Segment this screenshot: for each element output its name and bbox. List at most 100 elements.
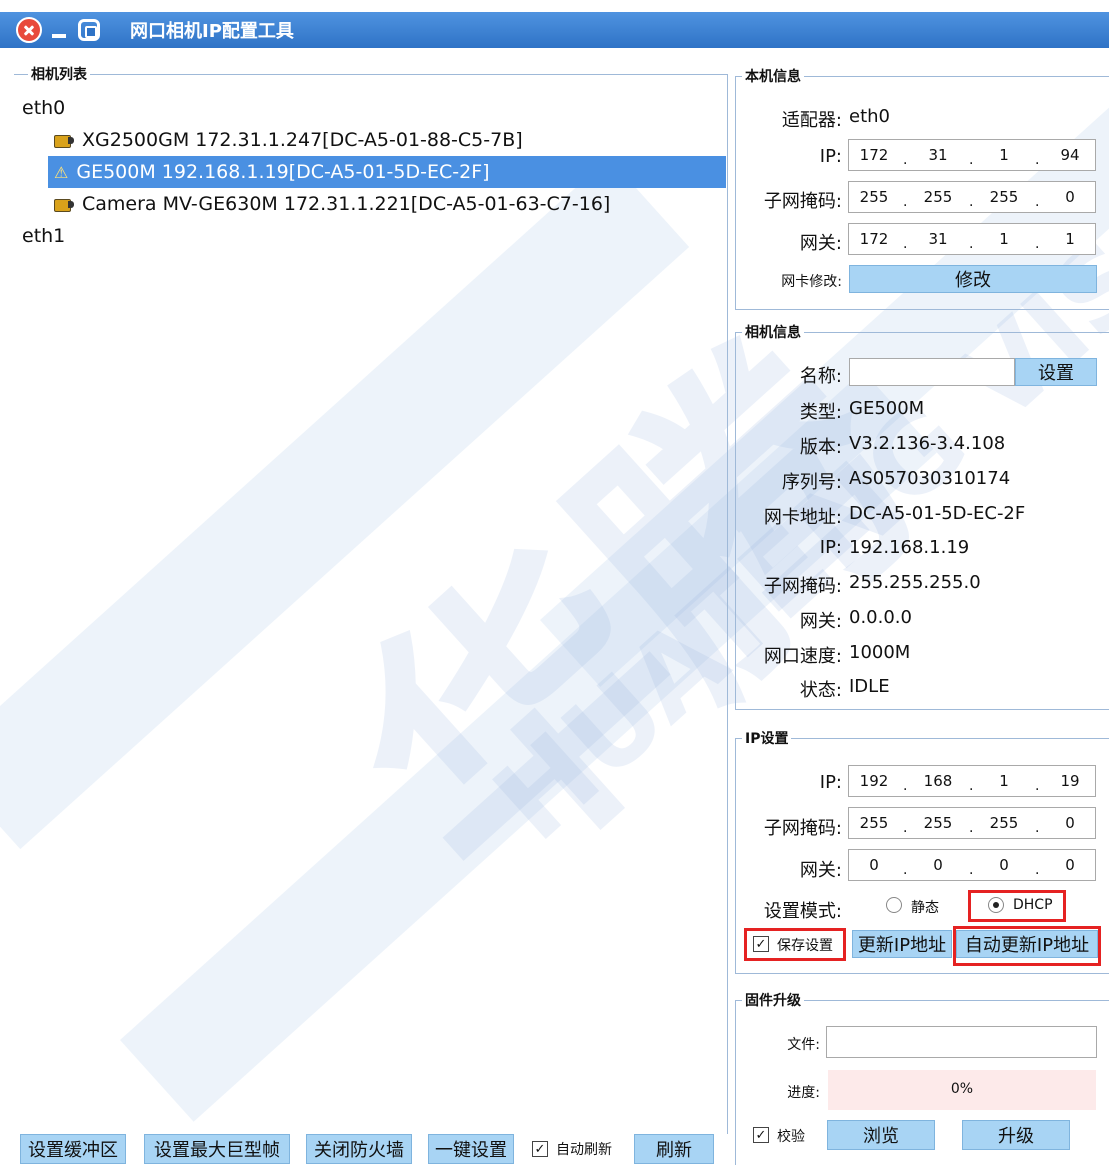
local-mask-label: 子网掩码: (763, 191, 842, 212)
mask-octet: 255 (989, 188, 1019, 206)
camera-speed-value: 1000M (849, 642, 911, 663)
mask-octet: 255 (859, 188, 889, 206)
camera-speed-label: 网口速度: (763, 646, 842, 667)
camera-icon (54, 133, 74, 148)
ip-octet: 1 (999, 146, 1009, 164)
camera-mac-value: DC-A5-01-5D-EC-2F (849, 503, 1026, 524)
title-bar: 网口相机IP配置工具 (0, 12, 1109, 48)
ip-octet: 31 (928, 146, 948, 164)
firmware-title: 固件升级 (742, 990, 804, 1010)
static-radio[interactable] (886, 897, 902, 913)
ip-octet: 168 (923, 772, 953, 790)
camera-icon (54, 197, 74, 212)
camera-tree: eth0 XG2500GM 172.31.1.247[DC-A5-01-88-C… (22, 92, 726, 252)
bottom-toolbar: 设置缓冲区 设置最大巨型帧 关闭防火墙 一键设置 ✓ 自动刷新 刷新 (20, 1134, 714, 1164)
camera-gateway-label: 网关: (799, 611, 842, 632)
camera-item-ge500m[interactable]: ⚠ GE500M 192.168.1.19[DC-A5-01-5D-EC-2F] (48, 156, 726, 188)
set-ip-label: IP: (819, 772, 842, 793)
camera-serial-label: 序列号: (781, 472, 842, 493)
set-gateway-label: 网关: (799, 860, 842, 881)
adapter-value: eth0 (849, 106, 890, 127)
camera-mask-label: 子网掩码: (763, 576, 842, 597)
camera-item-label: Camera MV-GE630M 172.31.1.221[DC-A5-01-6… (82, 193, 611, 215)
progress-label: 进度: (787, 1085, 820, 1101)
verify-label: 校验 (777, 1129, 805, 1145)
refresh-button[interactable]: 刷新 (634, 1134, 714, 1164)
upgrade-button[interactable]: 升级 (962, 1120, 1070, 1150)
one-key-setup-button[interactable]: 一键设置 (428, 1134, 514, 1164)
static-label: 静态 (911, 900, 939, 916)
camera-item-mv-ge630m[interactable]: Camera MV-GE630M 172.31.1.221[DC-A5-01-6… (48, 188, 726, 220)
set-name-button[interactable]: 设置 (1015, 358, 1097, 386)
adapter-eth0[interactable]: eth0 (22, 92, 726, 124)
local-gateway-label: 网关: (799, 233, 842, 254)
mask-octet: 0 (1065, 188, 1075, 206)
ip-octet: 94 (1060, 146, 1080, 164)
camera-serial-value: AS057030310174 (849, 468, 1011, 489)
gateway-octet: 1 (999, 230, 1009, 248)
window-title: 网口相机IP配置工具 (130, 21, 294, 42)
mask-octet: 255 (859, 814, 889, 832)
camera-version-value: V3.2.136-3.4.108 (849, 433, 1006, 454)
set-jumbo-frame-button[interactable]: 设置最大巨型帧 (144, 1134, 290, 1164)
mode-label: 设置模式: (763, 901, 842, 922)
save-settings-highlight (744, 928, 846, 961)
close-icon[interactable] (16, 17, 42, 43)
gateway-octet: 0 (999, 856, 1009, 874)
nic-modify-label: 网卡修改: (781, 274, 842, 290)
local-info-title: 本机信息 (742, 66, 804, 86)
mask-octet: 255 (923, 188, 953, 206)
camera-item-xg2500gm[interactable]: XG2500GM 172.31.1.247[DC-A5-01-88-C5-7B] (48, 124, 726, 156)
ip-octet: 192 (859, 772, 889, 790)
set-gateway-field[interactable]: 0. 0. 0. 0 (848, 849, 1096, 881)
gateway-octet: 0 (933, 856, 943, 874)
camera-gateway-value: 0.0.0.0 (849, 607, 912, 628)
set-ip-field[interactable]: 192. 168. 1. 19 (848, 765, 1096, 797)
set-buffer-button[interactable]: 设置缓冲区 (20, 1134, 126, 1164)
gateway-octet: 31 (928, 230, 948, 248)
close-firewall-button[interactable]: 关闭防火墙 (306, 1134, 412, 1164)
camera-list-title: 相机列表 (28, 64, 90, 84)
camera-status-label: 状态: (799, 680, 842, 701)
local-ip-field[interactable]: 172. 31. 1. 94 (848, 139, 1096, 171)
gateway-octet: 1 (1065, 230, 1075, 248)
adapter-label: 适配器: (781, 110, 842, 131)
local-gateway-field[interactable]: 172. 31. 1. 1 (848, 223, 1096, 255)
camera-status-value: IDLE (849, 676, 890, 697)
verify-checkbox[interactable]: ✓ (753, 1127, 769, 1143)
progress-text: 0% (950, 1081, 974, 1097)
auto-refresh-label: 自动刷新 (556, 1142, 612, 1158)
mask-octet: 255 (923, 814, 953, 832)
auto-update-highlight (953, 926, 1101, 966)
camera-ip-value: 192.168.1.19 (849, 537, 970, 558)
adapter-eth1[interactable]: eth1 (22, 220, 726, 252)
camera-type-value: GE500M (849, 398, 925, 419)
ip-octet: 1 (999, 772, 1009, 790)
progress-bar: 0% (828, 1070, 1096, 1110)
set-mask-label: 子网掩码: (763, 818, 842, 839)
file-input[interactable] (826, 1026, 1097, 1058)
camera-name-label: 名称: (799, 366, 842, 387)
ip-octet: 19 (1060, 772, 1080, 790)
maximize-icon[interactable] (78, 19, 100, 41)
camera-item-label: XG2500GM 172.31.1.247[DC-A5-01-88-C5-7B] (82, 129, 523, 151)
browse-button[interactable]: 浏览 (827, 1120, 935, 1150)
local-ip-label: IP: (819, 146, 842, 167)
warning-icon: ⚠ (54, 162, 69, 182)
minimize-icon[interactable] (52, 34, 66, 38)
update-ip-button[interactable]: 更新IP地址 (852, 930, 952, 958)
auto-refresh-checkbox[interactable]: ✓ (532, 1141, 548, 1157)
camera-info-title: 相机信息 (742, 322, 804, 342)
modify-button[interactable]: 修改 (849, 265, 1097, 293)
camera-name-input[interactable] (849, 358, 1015, 386)
gateway-octet: 172 (859, 230, 889, 248)
camera-ip-label: IP: (819, 537, 842, 558)
local-mask-field[interactable]: 255. 255. 255. 0 (848, 181, 1096, 213)
camera-version-label: 版本: (799, 437, 842, 458)
camera-mask-value: 255.255.255.0 (849, 572, 981, 593)
dhcp-highlight (968, 890, 1066, 922)
camera-type-label: 类型: (799, 402, 842, 423)
set-mask-field[interactable]: 255. 255. 255. 0 (848, 807, 1096, 839)
camera-mac-label: 网卡地址: (763, 507, 842, 528)
ip-octet: 172 (859, 146, 889, 164)
